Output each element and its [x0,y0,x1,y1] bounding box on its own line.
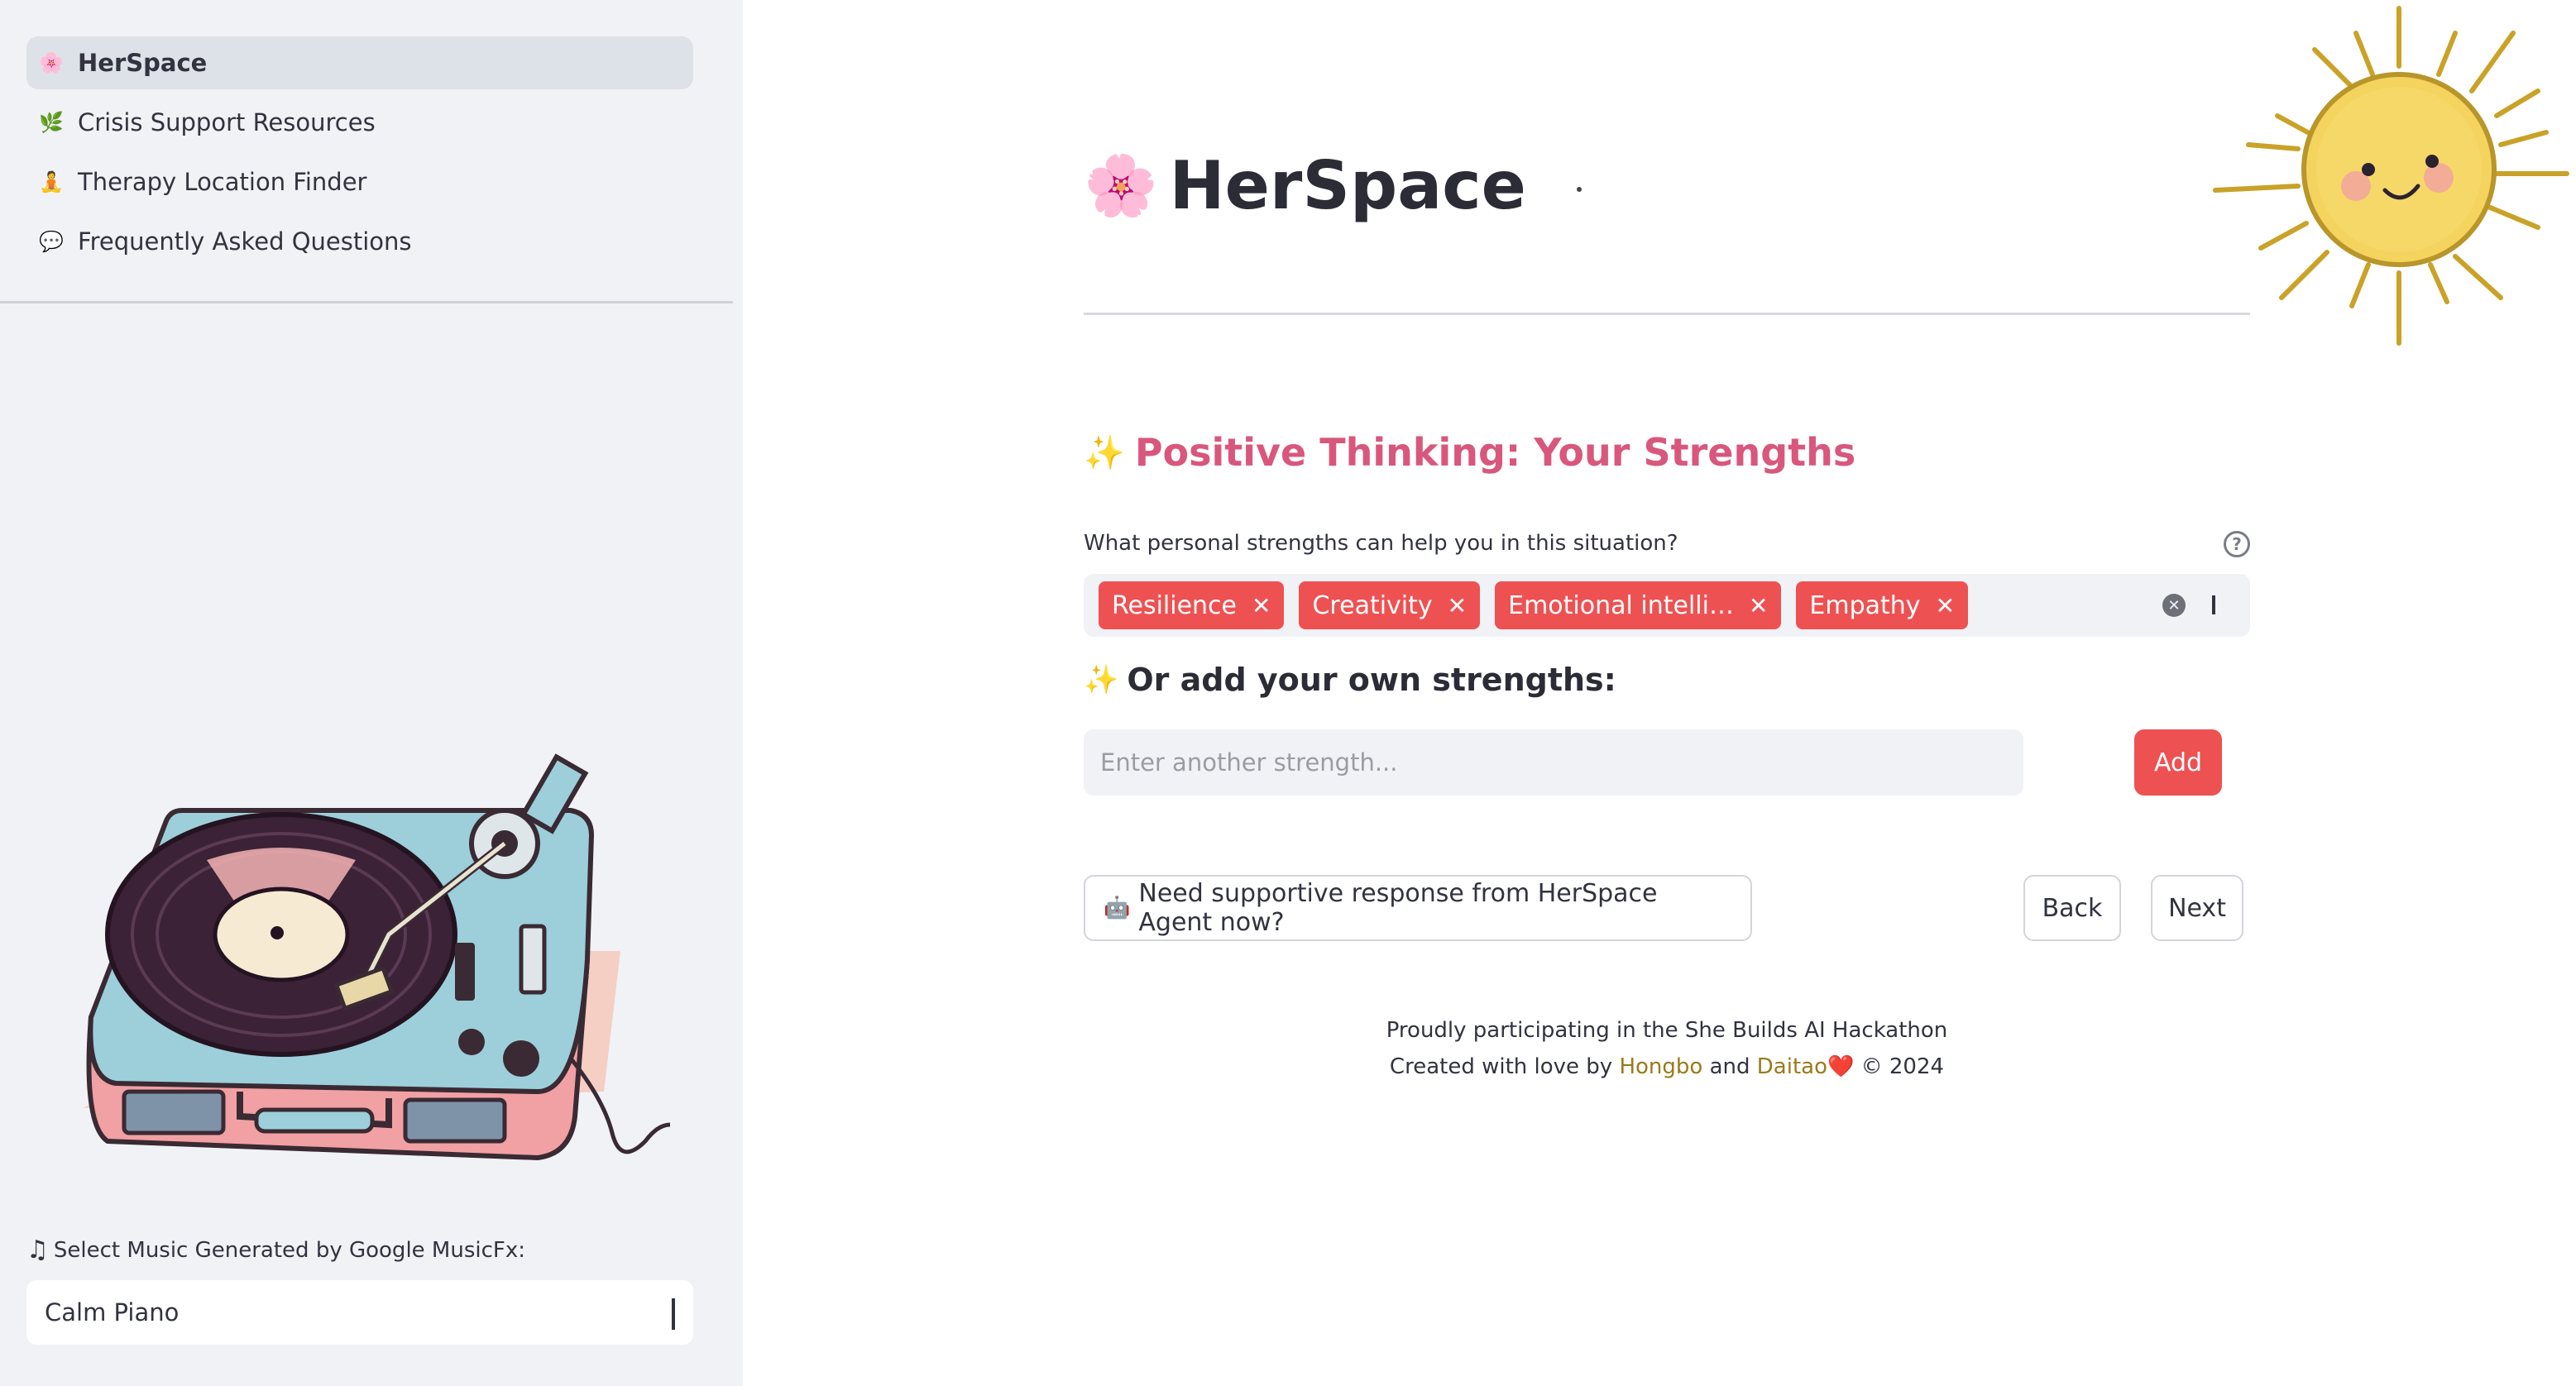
sidebar-item-label: Therapy Location Finder [78,168,367,196]
remove-tag-icon[interactable]: ✕ [1448,592,1467,619]
footer-and: and [1709,1054,1750,1079]
footer-created-prefix: Created with love by [1389,1054,1613,1079]
sidebar: 🌸 HerSpace 🌿 Crisis Support Resources 🧘 … [0,0,743,1386]
add-button[interactable]: Add [2134,729,2222,796]
sidebar-divider [0,301,733,303]
sidebar-item-faq[interactable]: 💬 Frequently Asked Questions [26,215,693,268]
cherry-blossom-icon: 🌸 [1084,151,1158,220]
own-strengths-title-text: Or add your own strengths: [1127,662,1616,698]
chevron-down-icon[interactable] [2212,595,2225,614]
turntable-illustration [83,753,670,1160]
strength-tag-label: Empathy [1809,590,1921,620]
sidebar-item-crisis-support[interactable]: 🌿 Crisis Support Resources [26,96,693,149]
strength-tag[interactable]: Emotional intelli… ✕ [1495,581,1782,629]
meditation-icon: 🧘 [39,170,64,194]
sidebar-item-label: Crisis Support Resources [78,108,376,136]
sidebar-item-label: HerSpace [78,49,208,77]
music-note-icon: ♫ [26,1235,49,1264]
strength-tag[interactable]: Resilience ✕ [1099,581,1285,629]
sun-illustration [2213,6,2569,346]
herb-icon: 🌿 [39,111,64,134]
strength-tag-label: Emotional intelli… [1508,590,1734,620]
strengths-question: What personal strengths can help you in … [1084,531,1678,556]
author-link-hongbo[interactable]: Hongbo [1619,1054,1702,1079]
agent-button-label: Need supportive response from HerSpace A… [1138,879,1658,937]
strength-input[interactable] [1084,729,2023,796]
strength-tag-label: Resilience [1112,590,1238,620]
remove-tag-icon[interactable]: ✕ [1936,592,1955,619]
main-content: 🌸 HerSpace ✨ Positive Thinking: Your Str… [743,0,2576,1386]
footer-line1: Proudly participating in the She Builds … [1386,1018,1948,1043]
speech-bubble-icon: 💬 [39,230,64,253]
footer-line2: Created with love by Hongbo and Daitao❤️… [1084,1049,2250,1085]
strength-tag[interactable]: Empathy ✕ [1796,581,1969,629]
sidebar-item-label: Frequently Asked Questions [78,227,412,256]
clear-all-icon[interactable]: ✕ [2162,594,2186,617]
footer: Proudly participating in the She Builds … [1084,1012,2250,1085]
page-title: 🌸 HerSpace [1084,147,1526,224]
music-select[interactable]: Calm Piano [26,1280,693,1345]
sparkles-icon: ✨ [1084,433,1125,472]
remove-tag-icon[interactable]: ✕ [1749,592,1768,619]
author-link-daitao[interactable]: Daitao [1757,1054,1827,1079]
section-title: ✨ Positive Thinking: Your Strengths [1084,430,1855,475]
small-dot [1577,187,1582,192]
strength-tag[interactable]: Creativity ✕ [1299,581,1481,629]
strength-tag-label: Creativity [1312,590,1433,620]
chevron-down-icon [672,1298,675,1330]
strengths-multiselect[interactable]: Resilience ✕ Creativity ✕ Emotional inte… [1084,574,2250,637]
footer-copyright: © 2024 [1860,1054,1945,1079]
heart-icon: ❤️ [1827,1054,1855,1079]
music-label-text: Select Music Generated by Google MusicFx… [53,1237,526,1263]
remove-tag-icon[interactable]: ✕ [1252,592,1271,619]
help-icon[interactable]: ? [2224,531,2250,557]
music-select-label: ♫ Select Music Generated by Google Music… [26,1235,525,1264]
back-button[interactable]: Back [2023,875,2121,941]
title-divider [1084,313,2250,315]
sidebar-nav: 🌸 HerSpace 🌿 Crisis Support Resources 🧘 … [26,36,693,275]
sparkles-icon: ✨ [1084,663,1119,696]
page-title-text: HerSpace [1169,147,1526,224]
next-button[interactable]: Next [2151,875,2243,941]
sidebar-item-therapy-finder[interactable]: 🧘 Therapy Location Finder [26,155,693,208]
own-strengths-title: ✨ Or add your own strengths: [1084,662,1616,698]
agent-response-button[interactable]: 🤖 Need supportive response from HerSpace… [1084,875,1752,941]
cherry-blossom-icon: 🌸 [39,51,64,74]
music-select-value: Calm Piano [45,1298,180,1326]
section-title-text: Positive Thinking: Your Strengths [1134,430,1856,475]
sidebar-item-herspace[interactable]: 🌸 HerSpace [26,36,693,89]
robot-icon: 🤖 [1104,896,1131,920]
